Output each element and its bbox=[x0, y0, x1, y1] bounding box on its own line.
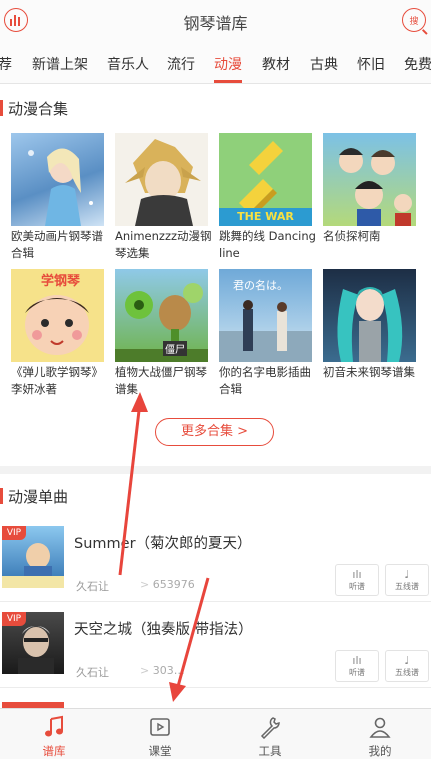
play-icon: > bbox=[140, 578, 153, 591]
tab-nostalgia[interactable]: 怀旧 bbox=[357, 54, 385, 74]
vip-badge: VIP bbox=[2, 612, 26, 626]
album-card-your-name[interactable]: 君の名は。 你的名字电影插曲合辑 bbox=[219, 269, 312, 398]
album-card-animenz[interactable]: Animenzzz动漫钢琴选集 bbox=[115, 133, 212, 262]
music-note-icon bbox=[45, 715, 63, 737]
album-cover bbox=[323, 269, 416, 362]
nav-library[interactable]: 谱库 bbox=[0, 709, 108, 759]
person-icon bbox=[369, 717, 391, 738]
play-icon: > bbox=[140, 664, 153, 677]
album-card-frozen[interactable]: 欧美动画片钢琴谱合辑 bbox=[11, 133, 104, 262]
album-card-miku[interactable]: 初音未来钢琴谱集 bbox=[323, 269, 416, 381]
album-caption: 初音未来钢琴谱集 bbox=[323, 365, 415, 379]
wrench-icon bbox=[260, 717, 280, 739]
tab-pop[interactable]: 流行 bbox=[167, 54, 195, 74]
tab-new[interactable]: 新谱上架 bbox=[32, 54, 88, 74]
album-caption: 名侦探柯南 bbox=[323, 229, 381, 243]
search-icon[interactable]: 搜 bbox=[402, 8, 428, 34]
album-caption: Animenzzz动漫钢琴选集 bbox=[115, 229, 212, 260]
nav-classroom[interactable]: 课堂 bbox=[106, 709, 214, 759]
staff-label: 五线谱 bbox=[395, 582, 419, 591]
search-icon-text: 搜 bbox=[409, 16, 419, 27]
listen-icon: ılı bbox=[352, 654, 362, 667]
album-caption: 你的名字电影插曲合辑 bbox=[219, 365, 311, 396]
tab-free[interactable]: 免费 bbox=[404, 54, 431, 74]
album-caption: 跳舞的线 Dancing line bbox=[219, 229, 316, 260]
album-card-kids-songs[interactable]: 学钢琴 《弹儿歌学钢琴》李妍冰著 bbox=[11, 269, 104, 398]
album-cover-text: 僵尸 bbox=[163, 341, 187, 356]
nav-tools[interactable]: 工具 bbox=[216, 709, 324, 759]
staff-button[interactable]: ♩ 五线谱 bbox=[385, 650, 429, 682]
song-row[interactable]: VIP 天空之城（独奏版 带指法） 久石让 > 303… ılı 听谱 ♩ 五线… bbox=[0, 602, 431, 688]
play-count-value: 653976 bbox=[152, 578, 195, 591]
app-header: 钢琴谱库 搜 bbox=[0, 0, 431, 42]
album-caption: 欧美动画片钢琴谱合辑 bbox=[11, 229, 103, 260]
nav-label: 我的 bbox=[368, 744, 392, 758]
vip-badge: VIP bbox=[2, 526, 26, 540]
song-play-count: > 303… bbox=[140, 664, 185, 677]
listen-icon: ılı bbox=[352, 568, 362, 581]
more-collections-button[interactable]: 更多合集 > bbox=[155, 418, 274, 446]
nav-label: 谱库 bbox=[42, 744, 66, 758]
tab-classical[interactable]: 古典 bbox=[310, 54, 338, 74]
music-note-icon: ♩ bbox=[404, 568, 410, 581]
album-cover-text: THE WAR bbox=[237, 210, 294, 223]
bottom-navigation: 谱库 课堂 工具 我的 bbox=[0, 708, 431, 759]
song-artist: 久石让 bbox=[76, 580, 109, 593]
nav-label: 课堂 bbox=[148, 744, 172, 758]
song-cover: VIP bbox=[2, 526, 64, 588]
tab-recommend[interactable]: 荐 bbox=[0, 54, 12, 74]
album-card-pvz[interactable]: 僵尸 植物大战僵尸钢琴谱集 bbox=[115, 269, 208, 398]
album-cover-text: 君の名は。 bbox=[233, 279, 288, 292]
album-cover bbox=[11, 133, 104, 226]
song-title: 天空之城（独奏版 带指法） bbox=[74, 622, 253, 638]
listen-label: 听谱 bbox=[349, 668, 365, 677]
album-caption: 植物大战僵尸钢琴谱集 bbox=[115, 365, 207, 396]
page-title: 钢琴谱库 bbox=[183, 14, 248, 33]
song-row[interactable]: VIP Summer（菊次郎的夏天） 久石让 > 653976 ılı 听谱 ♩… bbox=[0, 516, 431, 602]
music-note-icon: ♩ bbox=[404, 654, 410, 667]
section-title-singles: 动漫单曲 bbox=[0, 486, 68, 506]
song-artist: 久石让 bbox=[76, 666, 109, 679]
category-tabs: 荐 新谱上架 音乐人 流行 动漫 教材 古典 怀旧 免费 bbox=[0, 42, 431, 84]
nav-label: 工具 bbox=[258, 744, 282, 758]
listen-button[interactable]: ılı 听谱 bbox=[335, 650, 379, 682]
song-play-count: > 653976 bbox=[140, 578, 195, 591]
tab-musician[interactable]: 音乐人 bbox=[107, 54, 149, 74]
staff-button[interactable]: ♩ 五线谱 bbox=[385, 564, 429, 596]
staff-label: 五线谱 bbox=[395, 668, 419, 677]
album-cover bbox=[323, 133, 416, 226]
song-title: Summer（菊次郎的夏天） bbox=[74, 536, 252, 552]
album-caption: 《弹儿歌学钢琴》李妍冰著 bbox=[11, 365, 103, 396]
album-cover: 君の名は。 bbox=[219, 269, 312, 362]
listen-label: 听谱 bbox=[349, 582, 365, 591]
album-cover: THE WAR bbox=[219, 133, 312, 226]
song-cover: VIP bbox=[2, 612, 64, 674]
album-card-dancing-line[interactable]: THE WAR 跳舞的线 Dancing line bbox=[219, 133, 316, 262]
album-cover-text: 学钢琴 bbox=[41, 274, 81, 289]
listen-button[interactable]: ılı 听谱 bbox=[335, 564, 379, 596]
album-cover bbox=[115, 133, 208, 226]
section-title-collections: 动漫合集 bbox=[0, 98, 68, 118]
section-divider bbox=[0, 466, 431, 474]
tab-anime[interactable]: 动漫 bbox=[214, 54, 242, 74]
play-video-icon bbox=[150, 718, 170, 736]
nav-mine[interactable]: 我的 bbox=[326, 709, 431, 759]
album-card-conan[interactable]: 名侦探柯南 bbox=[323, 133, 416, 245]
play-count-value: 303… bbox=[152, 664, 185, 677]
tab-textbook[interactable]: 教材 bbox=[262, 54, 290, 74]
active-tab-indicator bbox=[214, 80, 242, 83]
album-cover: 僵尸 bbox=[115, 269, 208, 362]
album-cover: 学钢琴 bbox=[11, 269, 104, 362]
